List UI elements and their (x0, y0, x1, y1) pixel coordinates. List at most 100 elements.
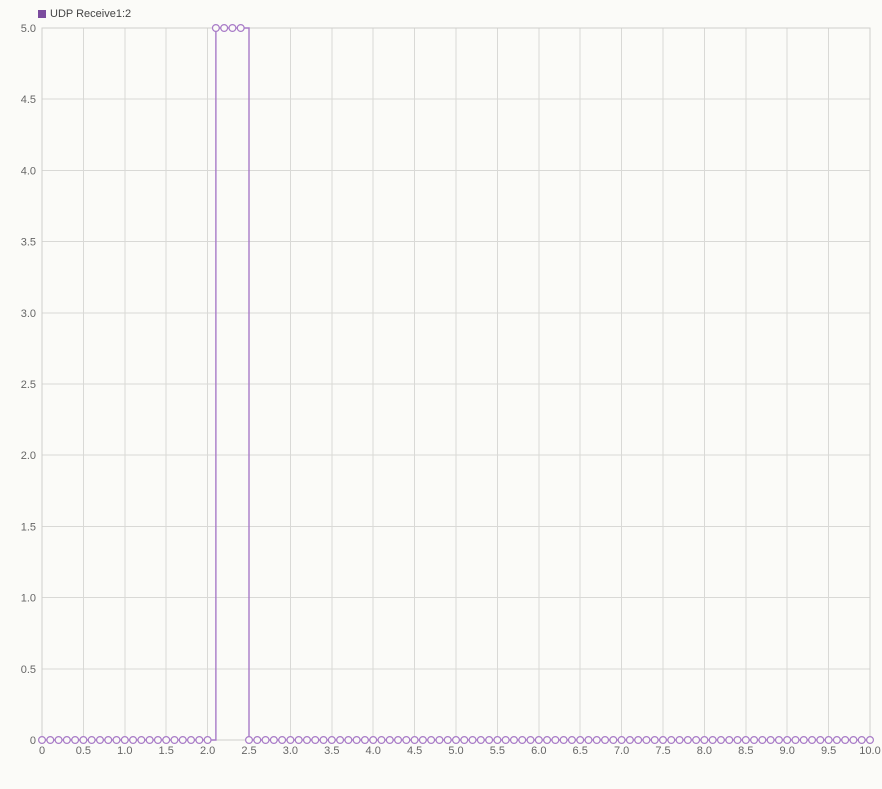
grid (42, 28, 870, 740)
data-marker (569, 737, 576, 744)
x-tick-label: 9.0 (780, 745, 795, 757)
data-marker (221, 25, 228, 32)
x-tick-label: 4.5 (407, 745, 422, 757)
data-marker (453, 737, 460, 744)
data-marker (188, 737, 195, 744)
data-marker (171, 737, 178, 744)
data-marker (701, 737, 708, 744)
data-marker (593, 737, 600, 744)
data-marker (858, 737, 865, 744)
data-marker (751, 737, 758, 744)
chart-container: UDP Receive1:2 00.51.01.52.02.53.03.54.0… (0, 0, 882, 789)
data-marker (370, 737, 377, 744)
data-marker (155, 737, 162, 744)
data-marker (411, 737, 418, 744)
y-tick-label: 1.0 (21, 593, 36, 605)
data-marker (80, 737, 87, 744)
data-marker (577, 737, 584, 744)
data-marker (279, 737, 286, 744)
data-marker (163, 737, 170, 744)
data-marker (146, 737, 153, 744)
x-tick-label: 2.5 (241, 745, 256, 757)
data-marker (494, 737, 501, 744)
data-marker (262, 737, 269, 744)
data-marker (544, 737, 551, 744)
data-marker (138, 737, 145, 744)
data-marker (444, 737, 451, 744)
data-marker (585, 737, 592, 744)
data-marker (734, 737, 741, 744)
data-marker (72, 737, 79, 744)
data-marker (39, 737, 46, 744)
x-tick-label: 4.0 (366, 745, 381, 757)
data-marker (709, 737, 716, 744)
data-marker (668, 737, 675, 744)
y-tick-label: 5.0 (21, 23, 36, 35)
data-marker (486, 737, 493, 744)
data-marker (825, 737, 832, 744)
data-marker (767, 737, 774, 744)
data-marker (97, 737, 104, 744)
data-marker (527, 737, 534, 744)
data-marker (270, 737, 277, 744)
y-tick-label: 3.0 (21, 308, 36, 320)
data-marker (718, 737, 725, 744)
data-marker (742, 737, 749, 744)
y-tick-label: 3.5 (21, 237, 36, 249)
data-marker (395, 737, 402, 744)
data-marker (867, 737, 874, 744)
data-marker (610, 737, 617, 744)
data-marker (113, 737, 120, 744)
x-tick-label: 5.0 (448, 745, 463, 757)
data-marker (353, 737, 360, 744)
x-tick-label: 10.0 (859, 745, 880, 757)
data-marker (204, 737, 211, 744)
data-marker (130, 737, 137, 744)
data-marker (179, 737, 186, 744)
x-tick-label: 3.0 (283, 745, 298, 757)
data-marker (602, 737, 609, 744)
data-marker (809, 737, 816, 744)
data-marker (502, 737, 509, 744)
y-tick-label: 0.5 (21, 664, 36, 676)
data-marker (229, 25, 236, 32)
data-marker (254, 737, 261, 744)
data-marker (511, 737, 518, 744)
data-marker (784, 737, 791, 744)
y-axis: 00.51.01.52.02.53.03.54.04.55.0 (21, 23, 36, 747)
y-tick-label: 1.5 (21, 521, 36, 533)
x-tick-label: 8.5 (738, 745, 753, 757)
data-marker (47, 737, 54, 744)
x-tick-label: 1.5 (159, 745, 174, 757)
data-marker (304, 737, 311, 744)
data-marker (337, 737, 344, 744)
data-marker (477, 737, 484, 744)
y-tick-label: 0 (30, 735, 36, 747)
data-marker (345, 737, 352, 744)
data-marker (386, 737, 393, 744)
data-marker (469, 737, 476, 744)
y-tick-label: 2.0 (21, 450, 36, 462)
x-tick-label: 5.5 (490, 745, 505, 757)
data-marker (246, 737, 253, 744)
y-tick-label: 4.0 (21, 165, 36, 177)
x-tick-label: 6.0 (531, 745, 546, 757)
data-marker (651, 737, 658, 744)
x-tick-label: 3.5 (324, 745, 339, 757)
data-marker (850, 737, 857, 744)
x-tick-label: 0.5 (76, 745, 91, 757)
data-marker (842, 737, 849, 744)
x-tick-label: 6.5 (573, 745, 588, 757)
data-marker (436, 737, 443, 744)
data-marker (817, 737, 824, 744)
data-marker (676, 737, 683, 744)
x-tick-label: 7.0 (614, 745, 629, 757)
x-tick-label: 1.0 (117, 745, 132, 757)
x-tick-label: 0 (39, 745, 45, 757)
data-marker (378, 737, 385, 744)
data-marker (759, 737, 766, 744)
data-marker (560, 737, 567, 744)
x-tick-label: 7.5 (655, 745, 670, 757)
data-marker (792, 737, 799, 744)
data-marker (428, 737, 435, 744)
